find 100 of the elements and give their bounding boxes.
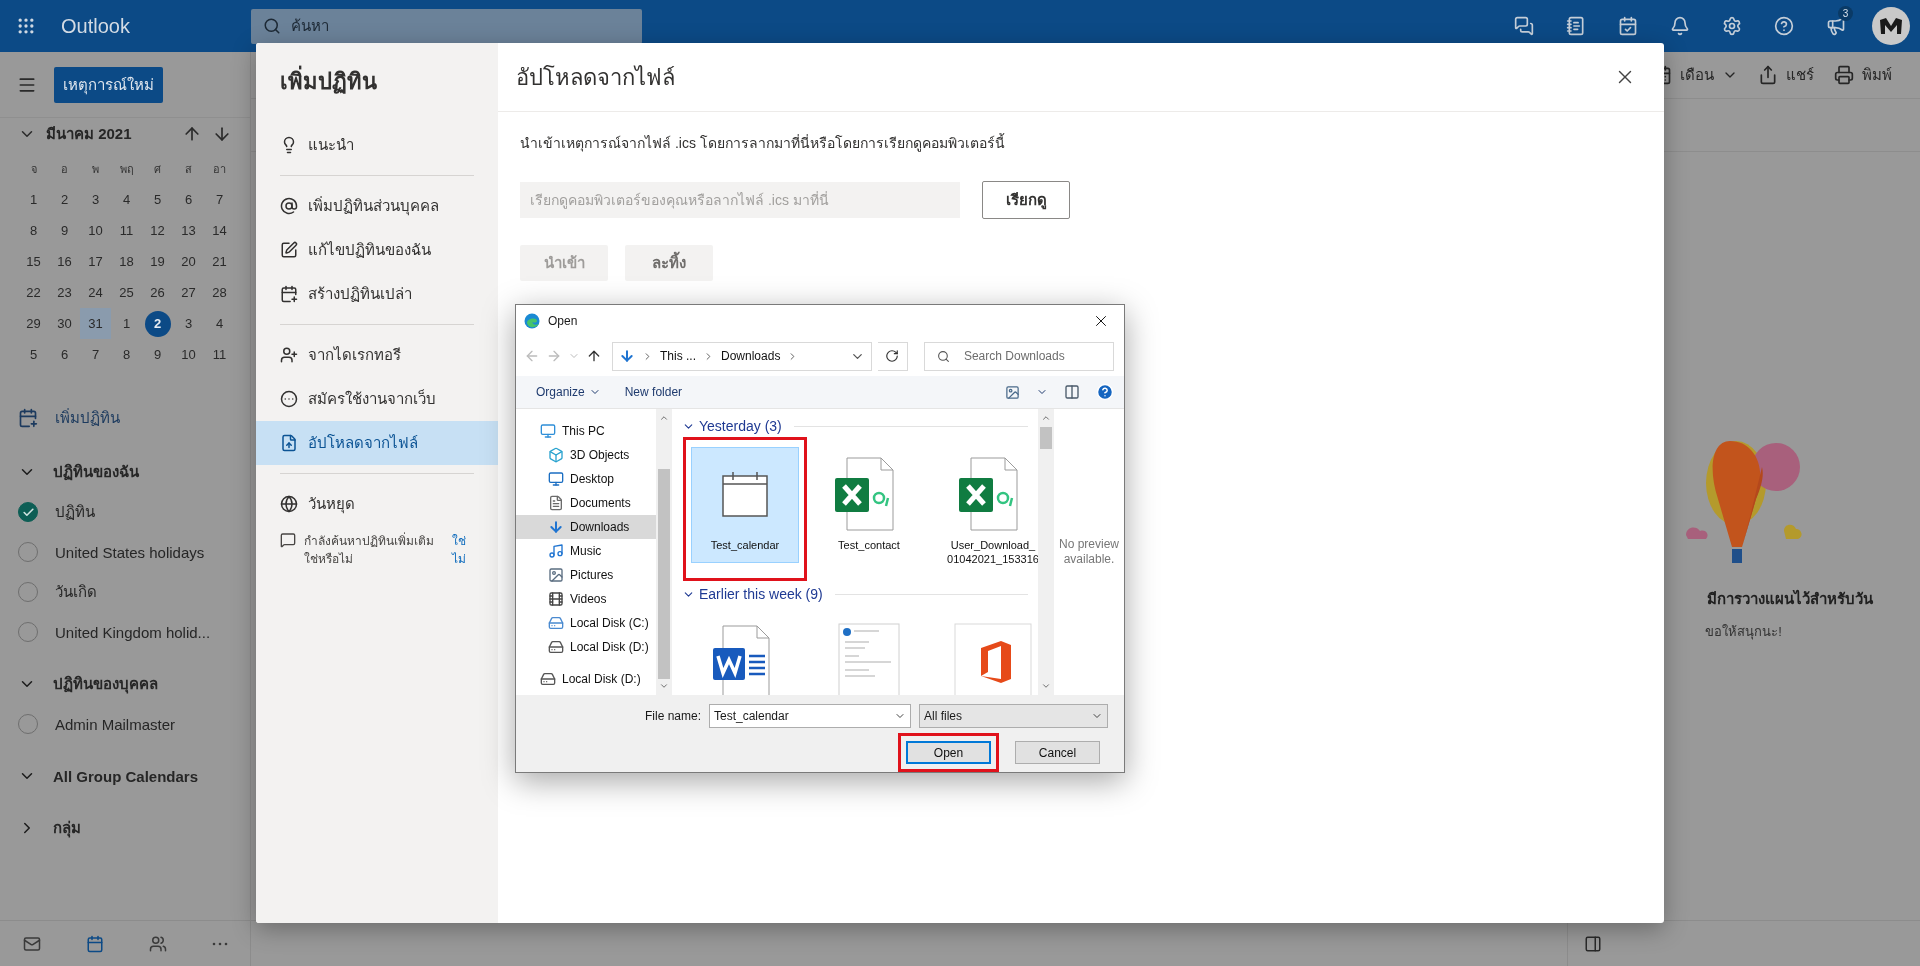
folder-tree-item[interactable]: Music [516, 539, 656, 563]
mail-nav-button[interactable] [22, 934, 41, 953]
panel-icon[interactable] [1584, 934, 1602, 953]
calendar-day[interactable]: 6 [51, 341, 78, 368]
calendar-day[interactable]: 30 [51, 310, 78, 337]
up-button[interactable] [586, 348, 602, 364]
calendar-day[interactable]: 9 [51, 217, 78, 244]
calendar-day[interactable]: 31 [80, 308, 111, 339]
calendar-day[interactable]: 24 [82, 279, 109, 306]
calendar-day[interactable]: 22 [20, 279, 47, 306]
calendar-day[interactable]: 2 [144, 310, 171, 337]
calendar-day[interactable]: 5 [20, 341, 47, 368]
scroll-up-icon[interactable] [659, 413, 669, 423]
calendar-day[interactable]: 3 [175, 310, 202, 337]
folder-tree-item[interactable]: Local Disk (D:) [516, 635, 656, 659]
calendar-day[interactable]: 1 [113, 310, 140, 337]
scroll-down-icon[interactable] [659, 681, 669, 691]
calendar-toggle[interactable] [18, 502, 38, 522]
calendar-day[interactable]: 16 [51, 248, 78, 275]
view-icon[interactable] [1005, 384, 1020, 400]
calendar-day[interactable]: 21 [206, 248, 233, 275]
file-tile[interactable]: Test_contact [815, 447, 923, 563]
menu-item[interactable]: แก้ไขปฏิทินของฉัน [256, 228, 498, 272]
menu-item[interactable]: แนะนำ [256, 123, 498, 167]
file-name-field[interactable]: Test_calendar [709, 704, 911, 728]
add-calendar-link[interactable]: เพิ่มปฏิทิน [55, 406, 120, 430]
calendar-day[interactable]: 18 [113, 248, 140, 275]
calendar-day[interactable]: 20 [175, 248, 202, 275]
file-type-select[interactable]: All files [919, 704, 1108, 728]
calendar-day[interactable]: 15 [20, 248, 47, 275]
menu-item[interactable]: สมัครใช้งานจากเว็บ [256, 377, 498, 421]
calendar-day[interactable]: 8 [20, 217, 47, 244]
secondary-button[interactable]: Cancel [1015, 741, 1100, 764]
calendar-day[interactable]: 1 [20, 186, 47, 213]
feedback-link[interactable]: ไม่ [452, 550, 466, 568]
folder-tree-item[interactable]: Local Disk (D:) [516, 667, 656, 691]
scroll-up-icon[interactable] [1041, 413, 1051, 423]
folder-tree-item[interactable]: 3D Objects [516, 443, 656, 467]
calendar-day[interactable]: 2 [51, 186, 78, 213]
calendar-day[interactable]: 11 [206, 341, 233, 368]
calendar-day[interactable]: 10 [175, 341, 202, 368]
address-bar[interactable]: This ... Downloads [612, 341, 872, 371]
new-folder-button[interactable]: New folder [624, 385, 683, 399]
calendar-day[interactable]: 8 [113, 341, 140, 368]
scroll-down-icon[interactable] [1041, 681, 1051, 691]
organize-menu[interactable]: Organize [536, 385, 601, 399]
calendar-day[interactable]: 7 [82, 341, 109, 368]
preview-pane-icon[interactable] [1064, 384, 1080, 400]
calendar-day[interactable]: 28 [206, 279, 233, 306]
calendar-day[interactable]: 11 [113, 217, 140, 244]
calendar-day[interactable]: 7 [206, 186, 233, 213]
file-tile[interactable]: Test_calendar [691, 447, 799, 563]
calendar-day[interactable]: 9 [144, 341, 171, 368]
megaphone-button[interactable]: 3 [1810, 0, 1862, 52]
share-button[interactable]: แชร์ [1758, 63, 1814, 87]
print-button[interactable]: พิมพ์ [1834, 63, 1892, 87]
more-nav-button[interactable] [211, 941, 228, 946]
action-button[interactable]: ละทิ้ง [625, 245, 713, 281]
avatar[interactable] [1871, 6, 1911, 46]
browse-button[interactable]: เรียกดู [982, 181, 1070, 219]
folder-tree-item[interactable]: Pictures [516, 563, 656, 587]
menu-item[interactable]: สร้างปฏิทินเปล่า [256, 272, 498, 316]
scroll-thumb[interactable] [658, 469, 670, 679]
refresh-button[interactable] [877, 341, 908, 371]
people-nav-button[interactable] [148, 934, 167, 953]
calendar-day[interactable]: 25 [113, 279, 140, 306]
folder-tree-item[interactable]: Local Disk (C:) [516, 611, 656, 635]
menu-item[interactable]: อัปโหลดจากไฟล์ [256, 421, 498, 465]
calendar-day[interactable]: 10 [82, 217, 109, 244]
menu-item[interactable]: จากไดเรกทอรี [256, 333, 498, 377]
search-field[interactable]: Search Downloads [923, 341, 1114, 371]
calendar-day[interactable]: 19 [144, 248, 171, 275]
calendar-day[interactable]: 4 [113, 186, 140, 213]
folder-tree-item[interactable]: Videos [516, 587, 656, 611]
menu-item[interactable]: เพิ่มปฏิทินส่วนบุคคล [256, 184, 498, 228]
help-icon[interactable] [1096, 383, 1114, 401]
calendar-day[interactable]: 29 [20, 310, 47, 337]
scroll-thumb[interactable] [1040, 427, 1052, 449]
calendar-day[interactable]: 23 [51, 279, 78, 306]
file-drop-field[interactable]: เรียกดูคอมพิวเตอร์ของคุณหรือลากไฟล์ .ics มาที่นี่ [520, 182, 960, 218]
calendar-day[interactable]: 14 [206, 217, 233, 244]
feedback-link[interactable]: ใช่ [452, 532, 466, 550]
new-event-button[interactable]: เหตุการณ์ใหม่ [54, 66, 163, 103]
calendar-day[interactable]: 5 [144, 186, 171, 213]
calendar-day[interactable]: 13 [175, 217, 202, 244]
breadcrumb[interactable]: Downloads [721, 349, 781, 363]
calendar-day[interactable]: 6 [175, 186, 202, 213]
menu-item[interactable]: วันหยุด [256, 482, 498, 526]
calendar-day[interactable]: 26 [144, 279, 171, 306]
search-field[interactable]: ค้นหา [251, 8, 642, 44]
folder-tree-item[interactable]: Downloads [516, 515, 656, 539]
folder-tree-item[interactable]: This PC [516, 419, 656, 443]
folder-tree-item[interactable]: Desktop [516, 467, 656, 491]
calendar-day[interactable]: 4 [206, 310, 233, 337]
breadcrumb[interactable]: This ... [660, 349, 696, 363]
primary-button[interactable]: Open [906, 741, 991, 764]
folder-tree-item[interactable]: Documents [516, 491, 656, 515]
calendar-nav-button[interactable] [85, 934, 104, 953]
calendar-day[interactable]: 12 [144, 217, 171, 244]
calendar-day[interactable]: 27 [175, 279, 202, 306]
